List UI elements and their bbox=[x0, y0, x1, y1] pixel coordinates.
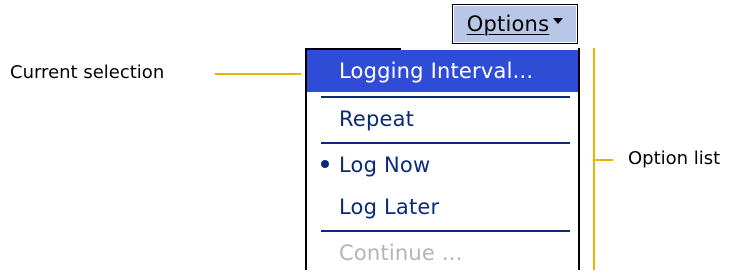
menu-item-label: Continue ... bbox=[339, 241, 463, 265]
annotation-option-list: Option list bbox=[628, 148, 721, 169]
menu-item-log-later[interactable]: Log Later bbox=[307, 186, 578, 228]
menu-item-repeat[interactable]: Repeat bbox=[307, 98, 578, 140]
options-menu-button[interactable]: Options bbox=[452, 4, 578, 44]
callout-line-current-selection bbox=[215, 73, 301, 75]
menu-item-continue: Continue ... bbox=[307, 232, 578, 274]
menu-item-log-now[interactable]: Log Now bbox=[307, 144, 578, 186]
menu-item-label: Logging Interval... bbox=[339, 59, 534, 83]
menu-item-label: Log Later bbox=[339, 195, 440, 219]
callout-line-option-list bbox=[593, 159, 613, 161]
options-dropdown-menu: Logging Interval... Repeat Log Now Log L… bbox=[305, 48, 580, 270]
menu-item-label: Repeat bbox=[339, 107, 415, 131]
chevron-down-icon bbox=[553, 18, 564, 24]
radio-bullet-icon bbox=[321, 160, 329, 168]
annotation-current-selection: Current selection bbox=[10, 62, 165, 83]
options-menu-label: Options bbox=[466, 12, 550, 36]
menu-item-logging-interval[interactable]: Logging Interval... bbox=[307, 50, 578, 92]
